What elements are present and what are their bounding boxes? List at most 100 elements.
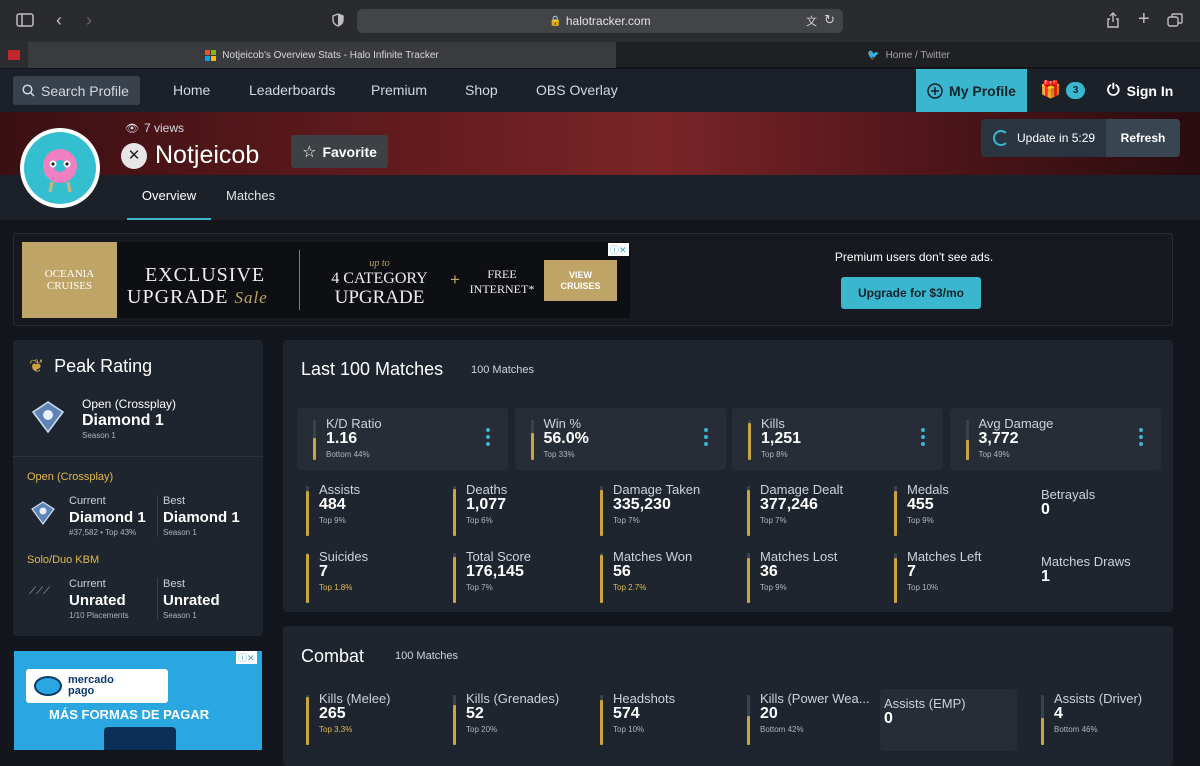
stat-value: 377,246 xyxy=(760,496,818,513)
tabs-overview-icon[interactable] xyxy=(1167,13,1183,31)
stat-rank: Top 1.8% xyxy=(319,583,353,592)
percentile-bar xyxy=(894,486,897,536)
update-text: Update in 5:29 xyxy=(1017,131,1096,145)
stat-rank: Top 9% xyxy=(760,583,787,592)
search-profile-input[interactable]: Search Profile xyxy=(13,76,140,105)
new-tab-icon[interactable]: + xyxy=(1138,9,1150,29)
shield-icon[interactable] xyxy=(332,13,344,31)
eye-icon: 👁 xyxy=(125,122,139,135)
tab-twitter[interactable]: 🐦 Home / Twitter xyxy=(617,42,1200,68)
address-bar[interactable]: 🔒 halotracker.com 文 ↻ xyxy=(357,9,843,33)
percentile-fill xyxy=(894,490,897,536)
stat-value: 20 xyxy=(760,705,778,722)
refresh-button[interactable]: Refresh xyxy=(1106,119,1180,157)
view-cruises-button[interactable]: VIEW CRUISES xyxy=(544,260,617,301)
unrated-icon: ⟋⟋⟋ xyxy=(29,586,50,597)
reload-icon[interactable]: ↻ xyxy=(824,12,835,28)
peak-rating-header: ❦ Peak Rating xyxy=(29,356,152,377)
stat-value: 1 xyxy=(1041,568,1050,585)
percentile-bar xyxy=(306,695,309,745)
more-options-icon[interactable] xyxy=(1138,428,1143,449)
more-options-icon[interactable] xyxy=(921,428,925,449)
favorite-button[interactable]: ☆ Favorite xyxy=(291,135,388,168)
percentile-bar xyxy=(306,553,309,603)
mercado-pago-ad[interactable]: mercado pago MÁS FORMAS DE PAGAR ⓘ✕ xyxy=(14,651,262,750)
stat-label: Kills (Melee) xyxy=(319,691,391,706)
stat-rank: Top 9% xyxy=(319,516,346,525)
stat-value: 56 xyxy=(613,563,631,580)
stat-rank: Top 3.3% xyxy=(319,725,353,734)
percentile-fill xyxy=(748,423,751,460)
search-placeholder: Search Profile xyxy=(41,82,129,99)
ad-choices-icon[interactable]: ⓘ✕ xyxy=(608,243,629,256)
stat-value: 7 xyxy=(907,563,916,580)
ad-upto: up to xyxy=(369,258,390,269)
current-rank: Unrated xyxy=(69,592,126,609)
stat-rank: Top 7% xyxy=(466,583,493,592)
upgrade-button[interactable]: Upgrade for $3/mo xyxy=(841,277,981,309)
nav-obs-overlay[interactable]: OBS Overlay xyxy=(536,69,618,112)
sidebar-icon[interactable] xyxy=(16,13,34,31)
stat-value: 455 xyxy=(907,496,934,513)
pinned-tab[interactable] xyxy=(0,42,28,68)
ad-sale: Sale xyxy=(234,288,268,307)
nav-home[interactable]: Home xyxy=(173,69,210,112)
ad-choices-icon[interactable]: ⓘ✕ xyxy=(236,651,257,664)
profile-tabs-bar: Overview Matches xyxy=(0,175,1200,220)
star-icon: ☆ xyxy=(302,143,317,161)
gift-count-badge: 3 xyxy=(1066,81,1086,99)
timer-icon xyxy=(993,130,1009,146)
back-icon[interactable]: ‹ xyxy=(56,11,62,29)
update-timer: Update in 5:29 xyxy=(981,119,1106,157)
ad-cta1: VIEW xyxy=(568,270,592,280)
nav-shop[interactable]: Shop xyxy=(465,69,498,112)
percentile-bar xyxy=(965,420,969,460)
stat-value: 1.16 xyxy=(326,430,358,447)
stat-value: 574 xyxy=(613,705,640,722)
lock-icon: 🔒 xyxy=(549,15,562,27)
more-options-icon[interactable] xyxy=(703,428,708,449)
best-rank: Unrated xyxy=(163,592,220,609)
gift-button[interactable]: 🎁 3 xyxy=(1040,80,1086,100)
percentile-bar xyxy=(306,486,309,536)
stat-label: Win % xyxy=(543,416,582,431)
stat-value: 176,145 xyxy=(466,563,524,580)
percentile-fill xyxy=(600,489,603,536)
ad-category1: 4 CATEGORY xyxy=(331,270,428,287)
sign-in-button[interactable]: ⏻ Sign In xyxy=(1107,69,1173,112)
share-icon[interactable] xyxy=(1106,12,1120,32)
stat-label: Damage Dealt xyxy=(760,482,844,497)
tab-matches[interactable]: Matches xyxy=(226,175,275,220)
nav-premium[interactable]: Premium xyxy=(371,69,427,112)
percentile-bar xyxy=(747,486,750,536)
halo-favicon xyxy=(8,50,20,60)
my-profile-button[interactable]: My Profile xyxy=(916,69,1027,112)
stat-value: 36 xyxy=(760,563,778,580)
current-rank: Diamond 1 xyxy=(69,509,146,526)
translate-icon[interactable]: 文 xyxy=(806,13,817,29)
cruise-logo: OCEANIA CRUISES xyxy=(22,242,117,318)
stat-rank: Top 6% xyxy=(466,516,493,525)
tab-overview[interactable]: Overview xyxy=(127,175,211,220)
laurel-icon: ❦ xyxy=(29,356,45,376)
more-options-icon[interactable] xyxy=(486,428,490,449)
percentile-fill xyxy=(600,700,603,745)
forward-icon[interactable]: › xyxy=(86,11,92,29)
ad-headline: EXCLUSIVE UPGRADE Sale xyxy=(127,264,268,309)
my-profile-label: My Profile xyxy=(949,82,1016,99)
ad-line2-row: UPGRADE Sale xyxy=(127,286,268,309)
cruise-ad[interactable]: OCEANIA CRUISES EXCLUSIVE UPGRADE Sale u… xyxy=(22,242,630,318)
current-sub: 1/10 Placements xyxy=(69,611,129,620)
peak-rating-title: Peak Rating xyxy=(54,356,153,376)
stat-label: Assists (EMP) xyxy=(884,696,966,711)
brand-line2: pago xyxy=(68,685,95,697)
stat-value: 7 xyxy=(319,563,328,580)
update-widget: Update in 5:29 Refresh xyxy=(981,119,1180,157)
stat-rank: Bottom 44% xyxy=(326,450,370,459)
percentile-bar xyxy=(600,553,603,603)
handshake-icon xyxy=(34,676,62,696)
stat-label: Matches Left xyxy=(907,549,982,564)
nav-leaderboards[interactable]: Leaderboards xyxy=(249,69,335,112)
stat-label: Kills xyxy=(761,416,785,431)
tab-halo-tracker[interactable]: Notjeicob's Overview Stats - Halo Infini… xyxy=(28,42,616,68)
